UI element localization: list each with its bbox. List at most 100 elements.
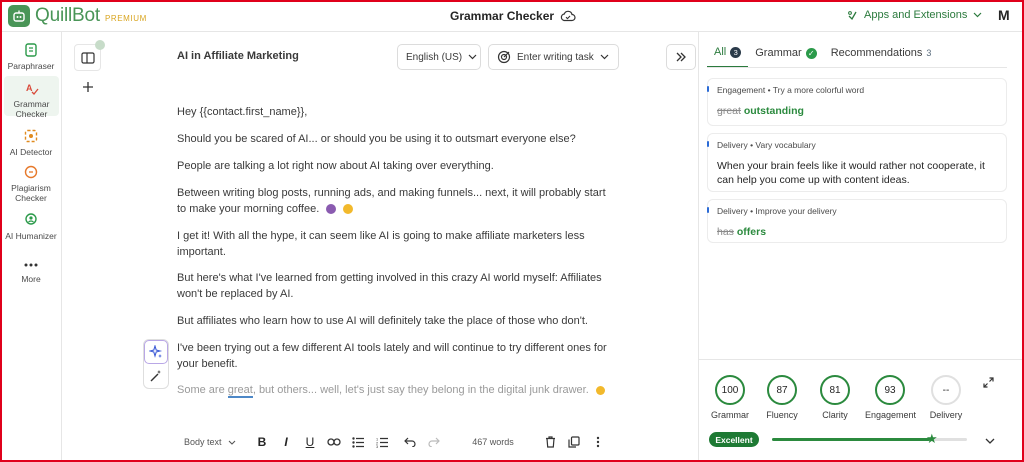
score-ring: 100	[715, 375, 745, 405]
suggestion-card[interactable]: Engagement • Try a more colorful word gr…	[707, 78, 1007, 126]
tab-recommendations[interactable]: Recommendations 3	[824, 46, 939, 68]
ai-sparkle-button[interactable]	[144, 340, 168, 364]
tab-grammar[interactable]: Grammar ✓	[748, 46, 823, 68]
new-document-button[interactable]	[74, 73, 101, 100]
documents-panel-icon	[80, 51, 95, 64]
chevron-down-icon	[985, 438, 995, 444]
sidebar-item-paraphraser[interactable]: Paraphraser	[2, 42, 60, 71]
score-label: Delivery	[929, 410, 963, 420]
top-bar: QuillBot PREMIUM Grammar Checker Apps an…	[2, 2, 1022, 32]
sidebar-item-ai-detector[interactable]: AI Detector	[2, 128, 60, 157]
sidebar-item-label: AI Detector	[9, 147, 53, 157]
chevron-down-icon	[468, 54, 477, 60]
tab-count-badge: 3	[730, 46, 742, 58]
apps-extensions-label: Apps and Extensions	[864, 9, 968, 21]
quillbot-logo[interactable]: QuillBot PREMIUM	[8, 5, 147, 27]
sidebar-item-plagiarism-checker[interactable]: Plagiarism Checker	[2, 164, 60, 203]
score-fluency[interactable]: 87 Fluency	[757, 375, 807, 420]
tab-all[interactable]: All 3	[707, 46, 749, 68]
numbered-list-icon: 123	[376, 437, 388, 448]
suggestion-category: Delivery	[717, 140, 748, 150]
bullet-list-button[interactable]	[346, 432, 370, 452]
suggestion-type: Vary vocabulary	[755, 140, 816, 150]
overall-rating-badge: Excellent	[709, 432, 759, 447]
flagged-word[interactable]: great	[227, 384, 253, 398]
expand-icon	[983, 377, 994, 388]
sidebar-item-more[interactable]: More	[2, 260, 60, 284]
link-button[interactable]	[322, 432, 346, 452]
text-style-label: Body text	[184, 437, 222, 447]
suggestion-category: Delivery	[717, 206, 748, 216]
sparkle-icon	[149, 345, 163, 358]
redo-button[interactable]	[422, 432, 446, 452]
plus-icon	[82, 81, 93, 92]
document-title[interactable]: AI in Affiliate Marketing	[177, 50, 299, 62]
cloud-sync-icon	[560, 10, 576, 22]
paragraph-active: Some are great, but others... well, let'…	[177, 383, 617, 399]
word-count[interactable]: 467 words	[458, 432, 528, 452]
sidebar-item-label: Paraphraser	[7, 61, 55, 71]
trash-icon	[545, 436, 555, 448]
delete-button[interactable]	[538, 432, 562, 452]
sidebar-item-ai-humanizer[interactable]: AI Humanizer	[2, 212, 60, 241]
score-delivery[interactable]: -- Delivery	[921, 375, 971, 420]
apps-extensions-menu[interactable]: Apps and Extensions	[847, 9, 982, 21]
expand-scores-button[interactable]	[983, 375, 994, 393]
writing-task-placeholder: Enter writing task	[517, 51, 594, 63]
suggestion-meta: Delivery • Improve your delivery	[717, 206, 997, 216]
left-sidebar: Paraphraser A Grammar Checker AI Detecto…	[2, 32, 62, 460]
progress-fill	[772, 438, 930, 441]
suggestion-card[interactable]: Delivery • Improve your delivery has off…	[707, 199, 1007, 243]
page-title-text: Grammar Checker	[450, 9, 555, 23]
suggestion-text: When your brain feels like it would rath…	[717, 160, 985, 186]
score-label: Fluency	[766, 410, 798, 420]
original-word: great	[717, 105, 741, 117]
language-selector[interactable]: English (US)	[397, 44, 481, 70]
bold-button[interactable]: B	[250, 432, 274, 452]
italic-button[interactable]: I	[274, 432, 298, 452]
more-options-button[interactable]	[586, 432, 610, 452]
paragraph: Between writing blog posts, running ads,…	[177, 186, 617, 217]
tab-label: All	[714, 46, 727, 58]
suggestion-meta: Delivery • Vary vocabulary	[717, 140, 997, 150]
check-circle-icon: ✓	[805, 47, 817, 59]
magic-wand-button[interactable]	[144, 364, 168, 388]
writing-task-selector[interactable]: Enter writing task	[488, 44, 619, 70]
redo-icon	[428, 437, 440, 447]
star-icon: ★	[925, 431, 938, 446]
grinning-face-emoji-icon	[343, 203, 354, 214]
suggestion-card[interactable]: Delivery • Vary vocabulary When your bra…	[707, 133, 1007, 192]
tab-label: Recommendations	[830, 47, 923, 59]
toggle-scores-button[interactable]	[985, 432, 995, 450]
collapse-panel-button[interactable]	[666, 44, 696, 70]
underline-button[interactable]: U	[298, 432, 322, 452]
score-engagement[interactable]: 93 Engagement	[865, 375, 917, 420]
numbered-list-button[interactable]: 123	[370, 432, 394, 452]
replacement-word[interactable]: offers	[737, 226, 766, 238]
tab-count-badge: 3	[926, 48, 932, 58]
score-label: Engagement	[865, 410, 917, 420]
score-clarity[interactable]: 81 Clarity	[810, 375, 860, 420]
copy-button[interactable]	[562, 432, 586, 452]
sidebar-item-grammar-checker[interactable]: A Grammar Checker	[4, 76, 59, 119]
undo-button[interactable]	[398, 432, 422, 452]
paragraph: But affiliates who learn how to use AI w…	[177, 315, 588, 327]
vertical-dots-icon	[596, 436, 600, 448]
score-ring: 87	[767, 375, 797, 405]
suggestion-type: Try a more colorful word	[772, 85, 865, 95]
score-grammar[interactable]: 100 Grammar	[705, 375, 755, 420]
documents-button[interactable]	[74, 40, 105, 71]
underline-icon: U	[305, 435, 315, 449]
replacement-word[interactable]: outstanding	[744, 105, 804, 117]
tab-divider	[707, 67, 1007, 68]
humanizer-icon	[25, 213, 37, 225]
sidebar-item-label: Plagiarism Checker	[11, 183, 51, 203]
target-icon	[497, 50, 511, 64]
suggestions-panel: All 3 Grammar ✓ Recommendations 3 Engage…	[698, 32, 1023, 460]
paragraph: People are talking a lot right now about…	[177, 160, 494, 172]
suggestion-meta: Engagement • Try a more colorful word	[717, 85, 997, 95]
user-avatar[interactable]: M	[998, 7, 1010, 23]
text-style-dropdown[interactable]: Body text	[184, 432, 246, 452]
language-label: English (US)	[406, 51, 463, 63]
formatting-toolbar: Body text B I U 123 467 words	[177, 430, 617, 454]
